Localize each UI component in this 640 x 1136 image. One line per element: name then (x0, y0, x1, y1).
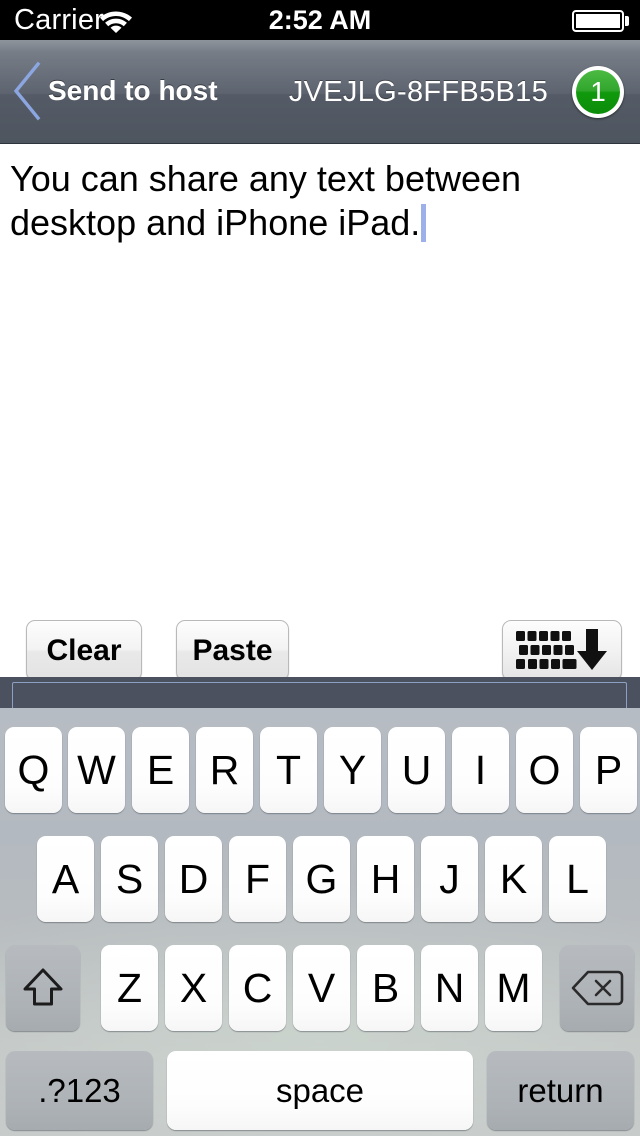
connection-count-badge[interactable]: 1 (572, 66, 624, 118)
key-t[interactable]: T (260, 727, 317, 813)
key-y[interactable]: Y (324, 727, 381, 813)
key-n[interactable]: N (421, 945, 478, 1031)
key-p[interactable]: P (580, 727, 637, 813)
connection-count-value: 1 (576, 70, 620, 114)
ios-screen: Carrier 2:52 AM Send to host JVEJLG-8FFB… (0, 0, 640, 1136)
key-h[interactable]: H (357, 836, 414, 922)
clock-label: 2:52 AM (268, 5, 372, 35)
clear-button[interactable]: Clear (26, 620, 142, 681)
onscreen-keyboard: Q W E R T Y U I O P A S D F G H J K L Z … (0, 708, 640, 1136)
key-q[interactable]: Q (5, 727, 62, 813)
back-button[interactable]: Send to host (10, 52, 218, 130)
editor-text: You can share any text between desktop a… (10, 158, 532, 243)
paste-button[interactable]: Paste (176, 620, 289, 681)
status-bar: Carrier 2:52 AM (0, 0, 640, 40)
key-s[interactable]: S (101, 836, 158, 922)
keyboard-predictive-bar (0, 677, 640, 712)
key-u[interactable]: U (388, 727, 445, 813)
hide-keyboard-button[interactable] (502, 620, 622, 681)
battery-full-icon (572, 10, 624, 32)
key-c[interactable]: C (229, 945, 286, 1031)
key-f[interactable]: F (229, 836, 286, 922)
backspace-delete-icon (570, 968, 624, 1008)
key-d[interactable]: D (165, 836, 222, 922)
back-button-label: Send to host (48, 75, 218, 106)
key-o[interactable]: O (516, 727, 573, 813)
key-e[interactable]: E (132, 727, 189, 813)
key-k[interactable]: K (485, 836, 542, 922)
session-code-label: JVEJLG-8FFB5B15 (288, 75, 548, 108)
key-m[interactable]: M (485, 945, 542, 1031)
key-v[interactable]: V (293, 945, 350, 1031)
navigation-bar: Send to host JVEJLG-8FFB5B15 1 (0, 40, 640, 144)
numeric-mode-key[interactable]: .?123 (6, 1051, 153, 1130)
delete-key[interactable] (560, 945, 634, 1031)
shift-up-arrow-icon (20, 965, 66, 1011)
hide-keyboard-icon (514, 628, 610, 674)
editor-content: You can share any text between desktop a… (10, 157, 624, 245)
key-i[interactable]: I (452, 727, 509, 813)
key-z[interactable]: Z (101, 945, 158, 1031)
key-b[interactable]: B (357, 945, 414, 1031)
key-j[interactable]: J (421, 836, 478, 922)
battery-cap-icon (625, 16, 629, 26)
key-g[interactable]: G (293, 836, 350, 922)
shift-key[interactable] (6, 945, 80, 1031)
text-caret (421, 204, 427, 242)
key-w[interactable]: W (68, 727, 125, 813)
return-key[interactable]: return (487, 1051, 634, 1130)
key-l[interactable]: L (549, 836, 606, 922)
key-a[interactable]: A (37, 836, 94, 922)
key-r[interactable]: R (196, 727, 253, 813)
text-editor[interactable]: You can share any text between desktop a… (0, 145, 640, 615)
key-x[interactable]: X (165, 945, 222, 1031)
space-key[interactable]: space (167, 1051, 473, 1130)
input-accessory-toolbar: Clear Paste (0, 615, 640, 685)
chevron-left-icon (10, 60, 44, 122)
